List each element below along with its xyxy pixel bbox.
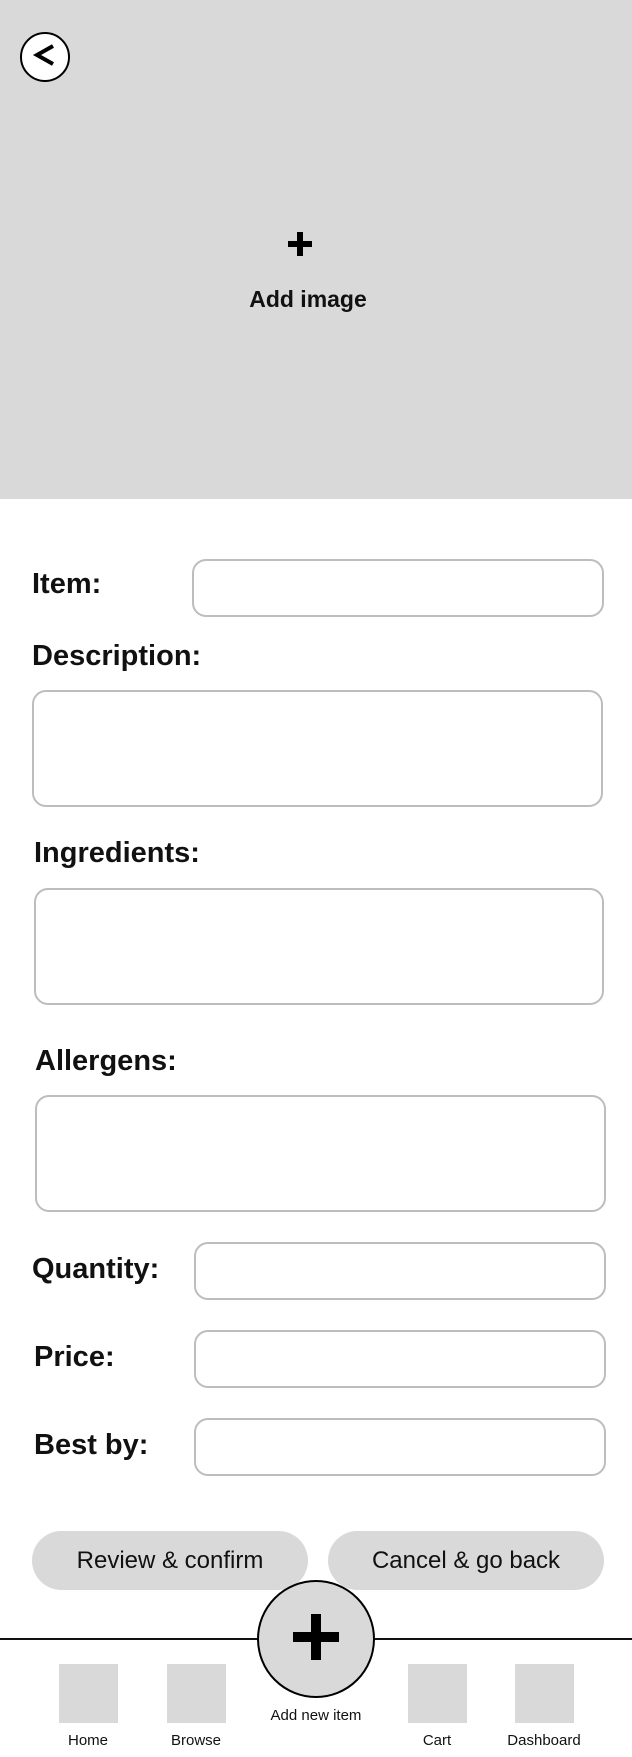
back-button[interactable] — [20, 32, 70, 82]
chevron-left-icon — [32, 42, 58, 73]
nav-item-label: Cart — [422, 1732, 452, 1749]
best-by-field[interactable] — [194, 1418, 606, 1476]
cart-icon — [408, 1664, 467, 1723]
review-confirm-button[interactable]: Review & confirm — [32, 1531, 308, 1590]
cancel-go-back-button[interactable]: Cancel & go back — [328, 1531, 604, 1590]
plus-icon — [286, 230, 314, 258]
quantity-field[interactable] — [194, 1242, 606, 1300]
home-icon — [59, 1664, 118, 1723]
item-field[interactable] — [192, 559, 604, 617]
add-new-item-label: Add new item — [270, 1707, 362, 1724]
dashboard-icon — [515, 1664, 574, 1723]
ingredients-field[interactable] — [34, 888, 604, 1005]
quantity-label: Quantity: — [32, 1253, 160, 1285]
allergens-label: Allergens: — [35, 1045, 177, 1077]
nav-item-label: Home — [67, 1732, 108, 1749]
nav-item-label: Browse — [170, 1732, 222, 1749]
allergens-field[interactable] — [35, 1095, 606, 1212]
nav-item-label: Dashboard — [507, 1732, 581, 1749]
best-by-label: Best by: — [34, 1429, 149, 1461]
review-confirm-label: Review & confirm — [76, 1546, 264, 1574]
add-new-item-button[interactable] — [257, 1580, 375, 1698]
price-label: Price: — [34, 1341, 115, 1373]
description-field[interactable] — [32, 690, 603, 807]
nav-item-dashboard[interactable]: Dashboard — [489, 1664, 599, 1757]
nav-item-browse[interactable]: Browse — [141, 1664, 251, 1757]
add-image-label: Add image — [249, 286, 367, 312]
nav-item-home[interactable]: Home — [33, 1664, 143, 1757]
ingredients-label: Ingredients: — [34, 837, 200, 869]
browse-icon — [167, 1664, 226, 1723]
add-image-button[interactable]: Add image — [200, 220, 416, 320]
plus-icon — [293, 1613, 339, 1665]
item-label: Item: — [32, 568, 102, 600]
description-label: Description: — [32, 640, 202, 672]
image-placeholder: Add image — [0, 0, 632, 499]
cancel-go-back-label: Cancel & go back — [371, 1546, 561, 1574]
price-field[interactable] — [194, 1330, 606, 1388]
nav-item-cart[interactable]: Cart — [382, 1664, 492, 1757]
